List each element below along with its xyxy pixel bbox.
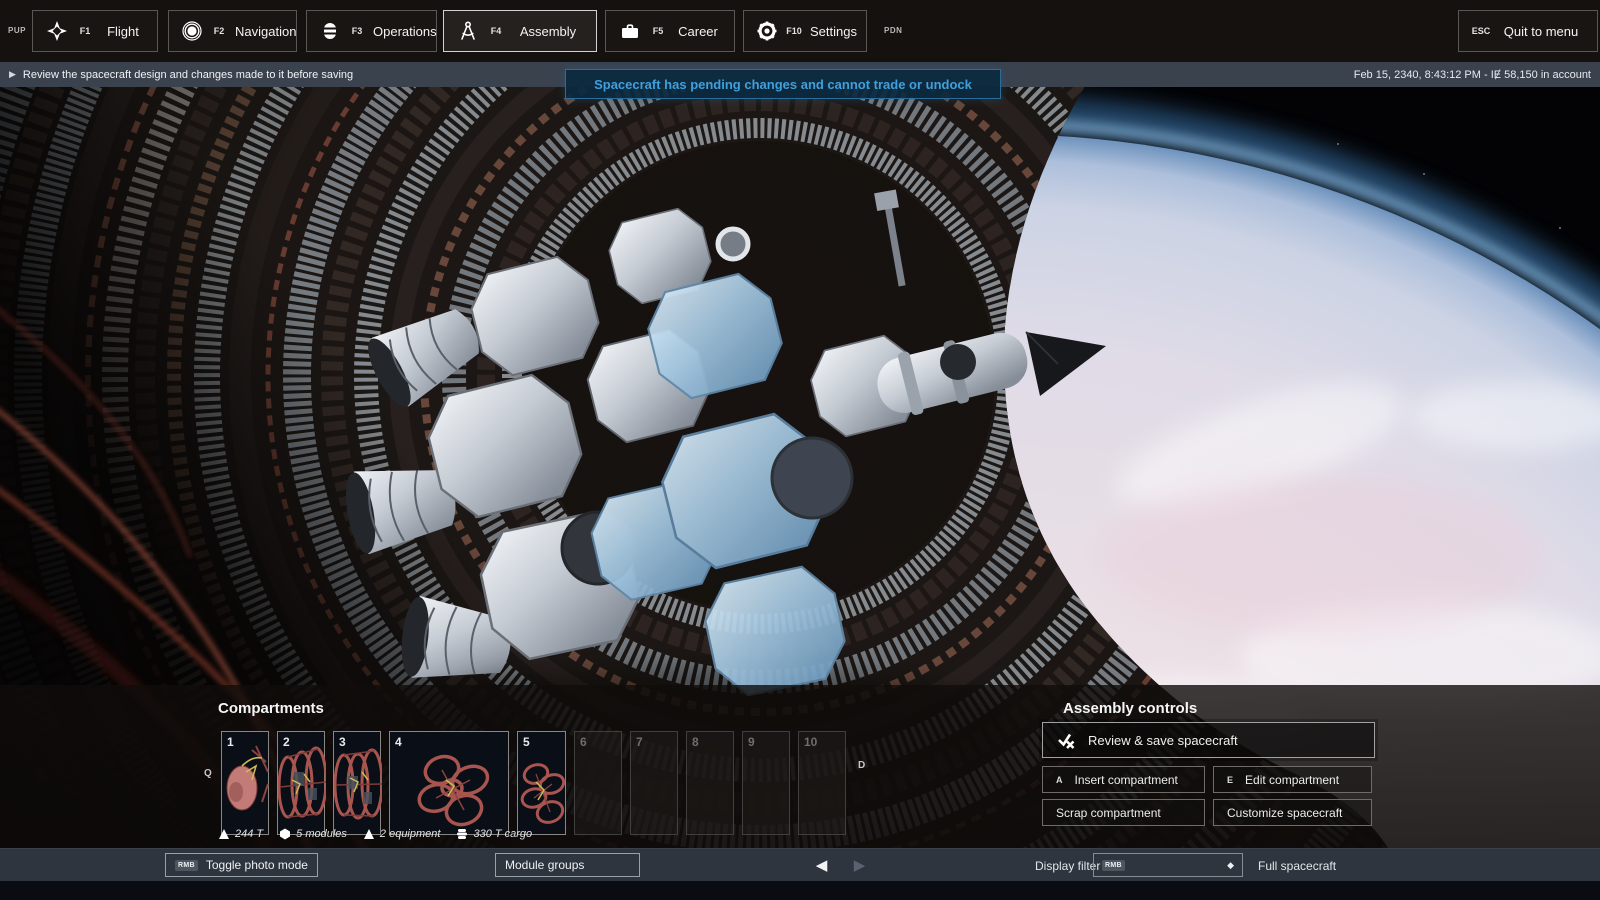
- toggle-photo-mode-button[interactable]: RMB Toggle photo mode: [165, 853, 318, 877]
- menu-key: ESC: [1471, 26, 1491, 36]
- slot-number: 8: [692, 735, 699, 749]
- review-save-icon: [1056, 730, 1076, 750]
- gamepad-pagedown-hint: PDN: [884, 26, 902, 35]
- slot-number: 1: [227, 735, 234, 749]
- notification-text: Spacecraft has pending changes and canno…: [594, 77, 972, 92]
- screen-bottom-edge: [0, 881, 1600, 900]
- menu-key: F10: [784, 26, 804, 36]
- menu-key: F3: [347, 26, 367, 36]
- menu-key: F4: [486, 26, 506, 36]
- slot-number: 7: [636, 735, 643, 749]
- slot-number: 3: [339, 735, 346, 749]
- compartment-slot-4[interactable]: 4: [389, 731, 509, 835]
- menu-button-navigation[interactable]: F2 Navigation: [168, 10, 297, 52]
- top-menu-bar: PUP F1 Flight F2 Navigation: [0, 0, 1600, 62]
- menu-label: Quit to menu: [1497, 24, 1585, 39]
- cargo-icon: [456, 828, 468, 840]
- stat-modules: 5 modules: [279, 828, 347, 840]
- key-hint: A: [1056, 775, 1063, 785]
- prev-arrow-icon[interactable]: ◀: [805, 853, 838, 877]
- compartment-slot-2[interactable]: 2: [277, 731, 325, 835]
- menu-button-assembly[interactable]: F4 Assembly: [443, 10, 597, 52]
- quit-to-menu-button[interactable]: ESC Quit to menu: [1458, 10, 1598, 52]
- spacecraft-stats: 244 T 5 modules 2 equipment 330 T cargo: [218, 827, 532, 841]
- slot-number: 5: [523, 735, 530, 749]
- gamepad-pageup-hint: PUP: [8, 26, 26, 35]
- objective-text: Review the spacecraft design and changes…: [23, 69, 353, 81]
- customize-spacecraft-button[interactable]: Customize spacecraft: [1213, 799, 1372, 826]
- slot-number: 2: [283, 735, 290, 749]
- stat-cargo: 330 T cargo: [456, 828, 532, 840]
- navigation-icon: [181, 20, 203, 42]
- prev-compartment-key-hint: Q: [204, 768, 212, 779]
- compartment-slot-6[interactable]: 6: [574, 731, 622, 835]
- slot-number: 6: [580, 735, 587, 749]
- menu-label: Assembly: [512, 24, 584, 39]
- compartment-slot-10[interactable]: 10: [798, 731, 846, 835]
- rmb-key-badge: RMB: [1102, 860, 1125, 871]
- slot-number: 9: [748, 735, 755, 749]
- equipment-icon: [363, 828, 375, 840]
- menu-button-settings[interactable]: F10 Settings: [743, 10, 867, 52]
- slot-number: 4: [395, 735, 402, 749]
- compartment-slot-8[interactable]: 8: [686, 731, 734, 835]
- slot-number: 10: [804, 735, 817, 749]
- compartment-slot-7[interactable]: 7: [630, 731, 678, 835]
- menu-label: Operations: [373, 24, 437, 39]
- display-filter-dropdown[interactable]: RMB ◆: [1093, 853, 1243, 877]
- module-groups-button[interactable]: Module groups: [495, 853, 640, 877]
- display-filter-label: Display filter: [1035, 859, 1100, 873]
- operations-icon: [319, 20, 341, 42]
- menu-button-flight[interactable]: F1 Flight: [32, 10, 158, 52]
- insert-compartment-button[interactable]: A Insert compartment: [1042, 766, 1205, 793]
- compartment-slot-1[interactable]: 1: [221, 731, 269, 835]
- assembly-controls-title: Assembly controls: [1063, 700, 1197, 717]
- menu-label: Career: [674, 24, 722, 39]
- game-screen: PUP F1 Flight F2 Navigation: [0, 0, 1600, 900]
- next-arrow-icon[interactable]: ▶: [843, 853, 876, 877]
- assembly-icon: [456, 20, 480, 42]
- display-filter-value: Full spacecraft: [1258, 859, 1336, 873]
- pending-changes-notification: Spacecraft has pending changes and canno…: [565, 69, 1001, 99]
- objective-chevron-icon: ▶: [9, 69, 16, 80]
- scrap-compartment-button[interactable]: Scrap compartment: [1042, 799, 1205, 826]
- bottom-control-bar: RMB Toggle photo mode Module groups ◀ ▶ …: [0, 848, 1600, 881]
- datetime-account-text: Feb 15, 2340, 8:43:12 PM - IɆ 58,150 in …: [1354, 69, 1591, 81]
- career-icon: [618, 20, 642, 42]
- menu-label: Flight: [101, 24, 145, 39]
- stat-mass: 244 T: [218, 828, 263, 840]
- key-hint: E: [1227, 775, 1233, 785]
- edit-compartment-button[interactable]: E Edit compartment: [1213, 766, 1372, 793]
- rmb-key-badge: RMB: [175, 860, 198, 871]
- review-save-button[interactable]: Review & save spacecraft: [1042, 722, 1375, 758]
- menu-label: Navigation: [235, 24, 296, 39]
- modules-icon: [279, 828, 291, 840]
- mass-icon: [218, 828, 230, 840]
- compartment-thumbnail: [390, 732, 510, 836]
- menu-key: F2: [209, 26, 229, 36]
- diamond-icon: ◆: [1227, 860, 1234, 871]
- menu-label: Settings: [810, 24, 857, 39]
- settings-icon: [756, 20, 778, 42]
- flight-icon: [45, 20, 69, 42]
- compartments-title: Compartments: [218, 700, 324, 717]
- stat-equipment: 2 equipment: [363, 828, 441, 840]
- menu-button-operations[interactable]: F3 Operations: [306, 10, 437, 52]
- next-compartment-key-hint: D: [858, 760, 865, 771]
- compartment-slot-list: 1 2 3: [221, 731, 846, 835]
- compartment-slot-9[interactable]: 9: [742, 731, 790, 835]
- compartment-slot-5[interactable]: 5: [517, 731, 566, 835]
- compartment-slot-3[interactable]: 3: [333, 731, 381, 835]
- menu-key: F1: [75, 26, 95, 36]
- menu-button-career[interactable]: F5 Career: [605, 10, 735, 52]
- menu-key: F5: [648, 26, 668, 36]
